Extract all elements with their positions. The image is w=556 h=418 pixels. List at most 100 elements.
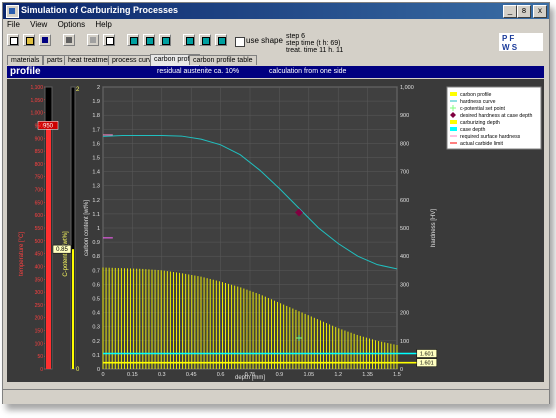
temperature-axis-label: temperature [°C]: [19, 232, 25, 276]
view-3-button[interactable]: [215, 34, 227, 46]
y2-tick-label: 700: [400, 170, 409, 176]
temperature-tick-label: 950: [35, 123, 44, 129]
status-bar: [3, 389, 549, 404]
c-potential-value: 0.85: [56, 247, 68, 253]
carbon-profile-chart: 1.6011.601 0 0.15 0.3 0.45 0.6 0.75 0.9 1.05 1.2…: [84, 85, 438, 381]
treatment-time: treat. time 11 h. 11: [286, 47, 344, 54]
menu-bar: File View Options Help: [3, 19, 549, 31]
menu-file[interactable]: File: [3, 19, 24, 30]
temperature-tick-label: 150: [35, 329, 44, 335]
temperature-tick-label: 50: [37, 354, 43, 360]
temperature-tick-label: 0: [40, 367, 43, 373]
temperature-tick-label: 650: [35, 200, 44, 206]
temperature-tick-label: 750: [35, 175, 44, 181]
menu-options[interactable]: Options: [54, 19, 90, 30]
play-icon: [162, 37, 170, 45]
y-tick-label: 0.1: [92, 353, 100, 359]
open-file-button[interactable]: [23, 34, 35, 46]
y-tick-label: 0: [97, 367, 100, 373]
temperature-tick-label: 800: [35, 162, 44, 168]
x-tick-label: 0.45: [186, 372, 197, 378]
use-shape-checkbox[interactable]: [235, 37, 245, 47]
temperature-tick-label: 450: [35, 252, 44, 258]
save-button[interactable]: [39, 34, 51, 46]
new-file-icon: [10, 37, 18, 45]
folder-icon: [26, 37, 34, 45]
screenshot-canvas: { "window": {"title": "Simulation of Car…: [0, 0, 556, 418]
step-forward-button[interactable]: [159, 34, 171, 46]
tab-materials[interactable]: materials: [7, 55, 44, 65]
y2-tick-label: 0: [400, 367, 403, 373]
y-tick-label: 1.8: [92, 113, 100, 119]
window-icon: [186, 37, 194, 45]
y2-tick-label: 100: [400, 339, 409, 345]
window-title: Simulation of Carburizing Processes: [21, 5, 179, 15]
y-tick-label: 2: [97, 85, 100, 91]
y2-tick-label: 800: [400, 141, 409, 147]
temperature-tick-label: 900: [35, 136, 44, 142]
maximize-button[interactable]: 8: [517, 5, 531, 18]
paste-icon: [106, 37, 114, 45]
legend-item: required surface hardness: [460, 134, 521, 140]
temperature-tick-label: 100: [35, 341, 44, 347]
menu-view[interactable]: View: [26, 19, 51, 30]
y2-tick-label: 1,000: [400, 85, 414, 91]
title-bar: Simulation of Carburizing Processes _ 8 …: [3, 3, 549, 19]
menu-help[interactable]: Help: [91, 19, 115, 30]
print-button[interactable]: [63, 34, 75, 46]
legend-item: hardness curve: [460, 99, 496, 105]
legend-item: carbon profile: [460, 92, 492, 98]
y-tick-label: 0.3: [92, 325, 100, 331]
y-axis: 0 0.1 0.2 0.3 0.4 0.5 0.6 0.7 0.8 0.9 1 1.1 1.2 1.3 1.…: [92, 85, 100, 373]
x-tick-label: 0.15: [127, 372, 138, 378]
c-potential-gauge: C-potential [wt%] 2 0 0.85: [52, 86, 80, 373]
tab-carbon-profile-table[interactable]: carbon profile table: [189, 55, 257, 65]
window-icon: [218, 37, 226, 45]
temperature-tick-label: 350: [35, 277, 44, 283]
y-tick-label: 0.7: [92, 268, 100, 274]
y-tick-label: 1.5: [92, 156, 100, 162]
y-tick-label: 0.5: [92, 297, 100, 303]
legend-item: actual carbide limit: [460, 141, 504, 147]
temperature-tick-label: 700: [35, 188, 44, 194]
minimize-button[interactable]: _: [503, 5, 517, 18]
temperature-value: 950: [43, 123, 54, 129]
legend-swatch: [450, 92, 457, 96]
y2-tick-label: 900: [400, 113, 409, 119]
y-tick-label: 1.9: [92, 99, 100, 105]
c-potential-top: 2: [76, 87, 80, 93]
paste-button[interactable]: [103, 34, 115, 46]
y2-tick-label: 400: [400, 254, 409, 260]
logo-text-bottom: W S: [502, 43, 518, 51]
close-button[interactable]: x: [533, 5, 547, 18]
chart-legend: carbon profilehardness curvec-potential …: [446, 86, 542, 150]
copy-button[interactable]: [87, 34, 99, 46]
x-tick-label: 1.2: [334, 372, 342, 378]
y-tick-label: 0.8: [92, 254, 100, 260]
view-1-button[interactable]: [183, 34, 195, 46]
view-2-button[interactable]: [199, 34, 211, 46]
y2-axis: 0 100 200 300 400 500 600 700 800 900 1,000: [400, 85, 414, 373]
tab-bar: materials parts heat treatments process …: [3, 54, 549, 66]
y-tick-label: 1.4: [92, 170, 100, 176]
step-back-button[interactable]: [143, 34, 155, 46]
play-icon: [146, 37, 154, 45]
y-tick-label: 1.3: [92, 184, 100, 190]
y-tick-label: 0.6: [92, 282, 100, 288]
temperature-tick-label: 200: [35, 316, 44, 322]
x-axis-label: depth [mm]: [235, 375, 265, 381]
x-tick-label: 1.05: [303, 372, 314, 378]
company-logo: P F W S: [499, 33, 543, 51]
temperature-tick-label: 850: [35, 149, 44, 155]
new-file-button[interactable]: [7, 34, 19, 46]
temperature-tick-label: 300: [35, 290, 44, 296]
y-tick-label: 1.2: [92, 198, 100, 204]
temperature-tick-label: 550: [35, 226, 44, 232]
step-first-button[interactable]: [127, 34, 139, 46]
window-icon: [202, 37, 210, 45]
printer-icon: [66, 37, 72, 43]
y2-tick-label: 500: [400, 226, 409, 232]
logo-text-top: P F: [502, 34, 514, 43]
temperature-tick-label: 1,100: [30, 85, 43, 91]
legend-item: carburizing depth: [460, 120, 500, 126]
